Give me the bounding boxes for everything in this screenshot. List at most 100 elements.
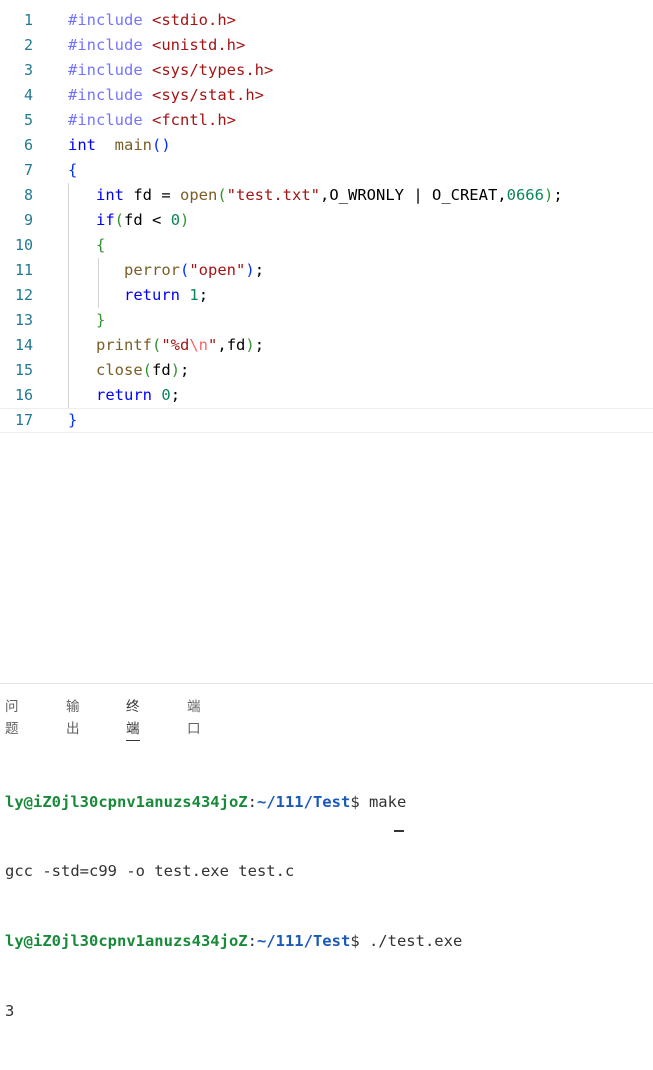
code-token: " <box>208 336 218 354</box>
code-token: } <box>68 411 78 429</box>
code-token: ( <box>142 361 153 379</box>
code-token: fd = <box>124 186 180 204</box>
code-text: } <box>68 408 77 433</box>
code-token: } <box>96 311 106 329</box>
line-number: 3 <box>23 61 33 79</box>
code-token: <stdio.h> <box>152 11 236 29</box>
prompt-path: ~/111/Test <box>256 792 351 811</box>
line-number: 15 <box>14 361 33 379</box>
code-text: { <box>68 158 77 183</box>
code-token: perror <box>124 261 180 279</box>
code-token: ; <box>170 386 181 404</box>
code-token: 0 <box>170 211 181 229</box>
code-token: #include <box>68 11 152 29</box>
line-number: 8 <box>23 186 33 204</box>
code-line: 6 int main() <box>0 133 653 158</box>
code-token: "open" <box>189 261 246 279</box>
code-text: printf("%d\n",fd); <box>68 333 264 358</box>
prompt-path: ~/111/Test <box>256 932 351 951</box>
code-token: close <box>96 361 143 379</box>
code-text: perror("open"); <box>68 258 264 283</box>
prompt-user: ly@iZ0jl30cpnv1anuzs434joZ <box>5 792 248 811</box>
code-token: ; <box>198 286 209 304</box>
prompt-separator: : <box>247 932 257 951</box>
code-token: 0 <box>161 386 171 404</box>
line-number: 6 <box>23 136 33 154</box>
code-token: ) <box>180 211 190 229</box>
code-token: { <box>96 236 106 254</box>
tab-ports[interactable]: 端口 <box>187 696 201 740</box>
code-text: } <box>68 308 105 333</box>
code-text: int fd = open("test.txt",O_WRONLY | O_CR… <box>68 183 563 208</box>
code-token: #include <box>68 111 152 129</box>
code-token: int <box>68 136 96 154</box>
code-token: #include <box>68 86 152 104</box>
code-token: return <box>96 386 152 404</box>
code-text: if(fd < 0) <box>68 208 189 233</box>
code-token: ,O_WRONLY | O_CREAT, <box>320 186 507 204</box>
code-token: <sys/types.h> <box>152 61 274 79</box>
code-line: 5 #include <fcntl.h> <box>0 108 653 133</box>
code-token: return <box>124 286 180 304</box>
code-token: printf <box>96 336 152 354</box>
code-token: ; <box>254 336 265 354</box>
code-token: ( <box>152 336 162 354</box>
code-line: 8 int fd = open("test.txt",O_WRONLY | O_… <box>0 183 653 208</box>
terminal-output[interactable]: ly@iZ0jl30cpnv1anuzs434joZ:~/111/Test$ m… <box>5 744 462 1070</box>
code-line: 13 } <box>0 308 653 333</box>
line-number: 1 <box>23 11 33 29</box>
code-token: 1 <box>189 286 199 304</box>
code-text: #include <unistd.h> <box>68 33 245 58</box>
code-token: { <box>68 161 78 179</box>
code-line: 14 printf("%d\n",fd); <box>0 333 653 358</box>
code-token: open <box>180 186 218 204</box>
code-line: 16 return 0; <box>0 383 653 408</box>
code-token: fd <box>152 361 171 379</box>
prompt-user: ly@iZ0jl30cpnv1anuzs434joZ <box>5 932 248 951</box>
bottom-panel: 问题 输出 终端 端口 ly@iZ0jl30cpnv1anuzs434joZ:~… <box>0 683 653 1020</box>
line-number: 14 <box>14 336 33 354</box>
code-token: ) <box>543 186 554 204</box>
terminal-line: ly@iZ0jl30cpnv1anuzs434joZ:~/111/Test$ .… <box>5 930 462 953</box>
code-token: ) <box>170 361 181 379</box>
line-number: 10 <box>14 236 33 254</box>
code-line: 3 #include <sys/types.h> <box>0 58 653 83</box>
code-token: ; <box>553 186 563 204</box>
code-token: <fcntl.h> <box>152 111 236 129</box>
code-editor[interactable]: 1 #include <stdio.h> 2 #include <unistd.h> 3… <box>0 0 653 440</box>
terminal-line: ly@iZ0jl30cpnv1anuzs434joZ:~/111/Test$ m… <box>5 791 462 814</box>
line-number: 4 <box>23 86 33 104</box>
code-token: ( <box>114 211 125 229</box>
tab-terminal[interactable]: 终端 <box>126 696 140 741</box>
code-line: 7{ <box>0 158 653 183</box>
code-token: "%d <box>161 336 190 354</box>
code-text: return 1; <box>68 283 208 308</box>
prompt-separator: : <box>247 792 257 811</box>
code-text: return 0; <box>68 383 180 408</box>
code-token: () <box>152 136 171 154</box>
code-text: { <box>68 233 105 258</box>
code-line: 10 { <box>0 233 653 258</box>
code-token: ) <box>245 261 255 279</box>
tab-problems[interactable]: 问题 <box>5 696 19 740</box>
code-token: #include <box>68 61 152 79</box>
code-token: int <box>96 186 124 204</box>
code-line: 2 #include <unistd.h> <box>0 33 653 58</box>
prompt-command: $ make <box>350 792 407 811</box>
code-token: ; <box>180 361 190 379</box>
tab-output[interactable]: 输出 <box>66 696 80 740</box>
code-line: 4 #include <sys/stat.h> <box>0 83 653 108</box>
code-token: "test.txt" <box>226 186 320 204</box>
code-token: if <box>96 211 115 229</box>
code-token: 0666 <box>506 186 544 204</box>
